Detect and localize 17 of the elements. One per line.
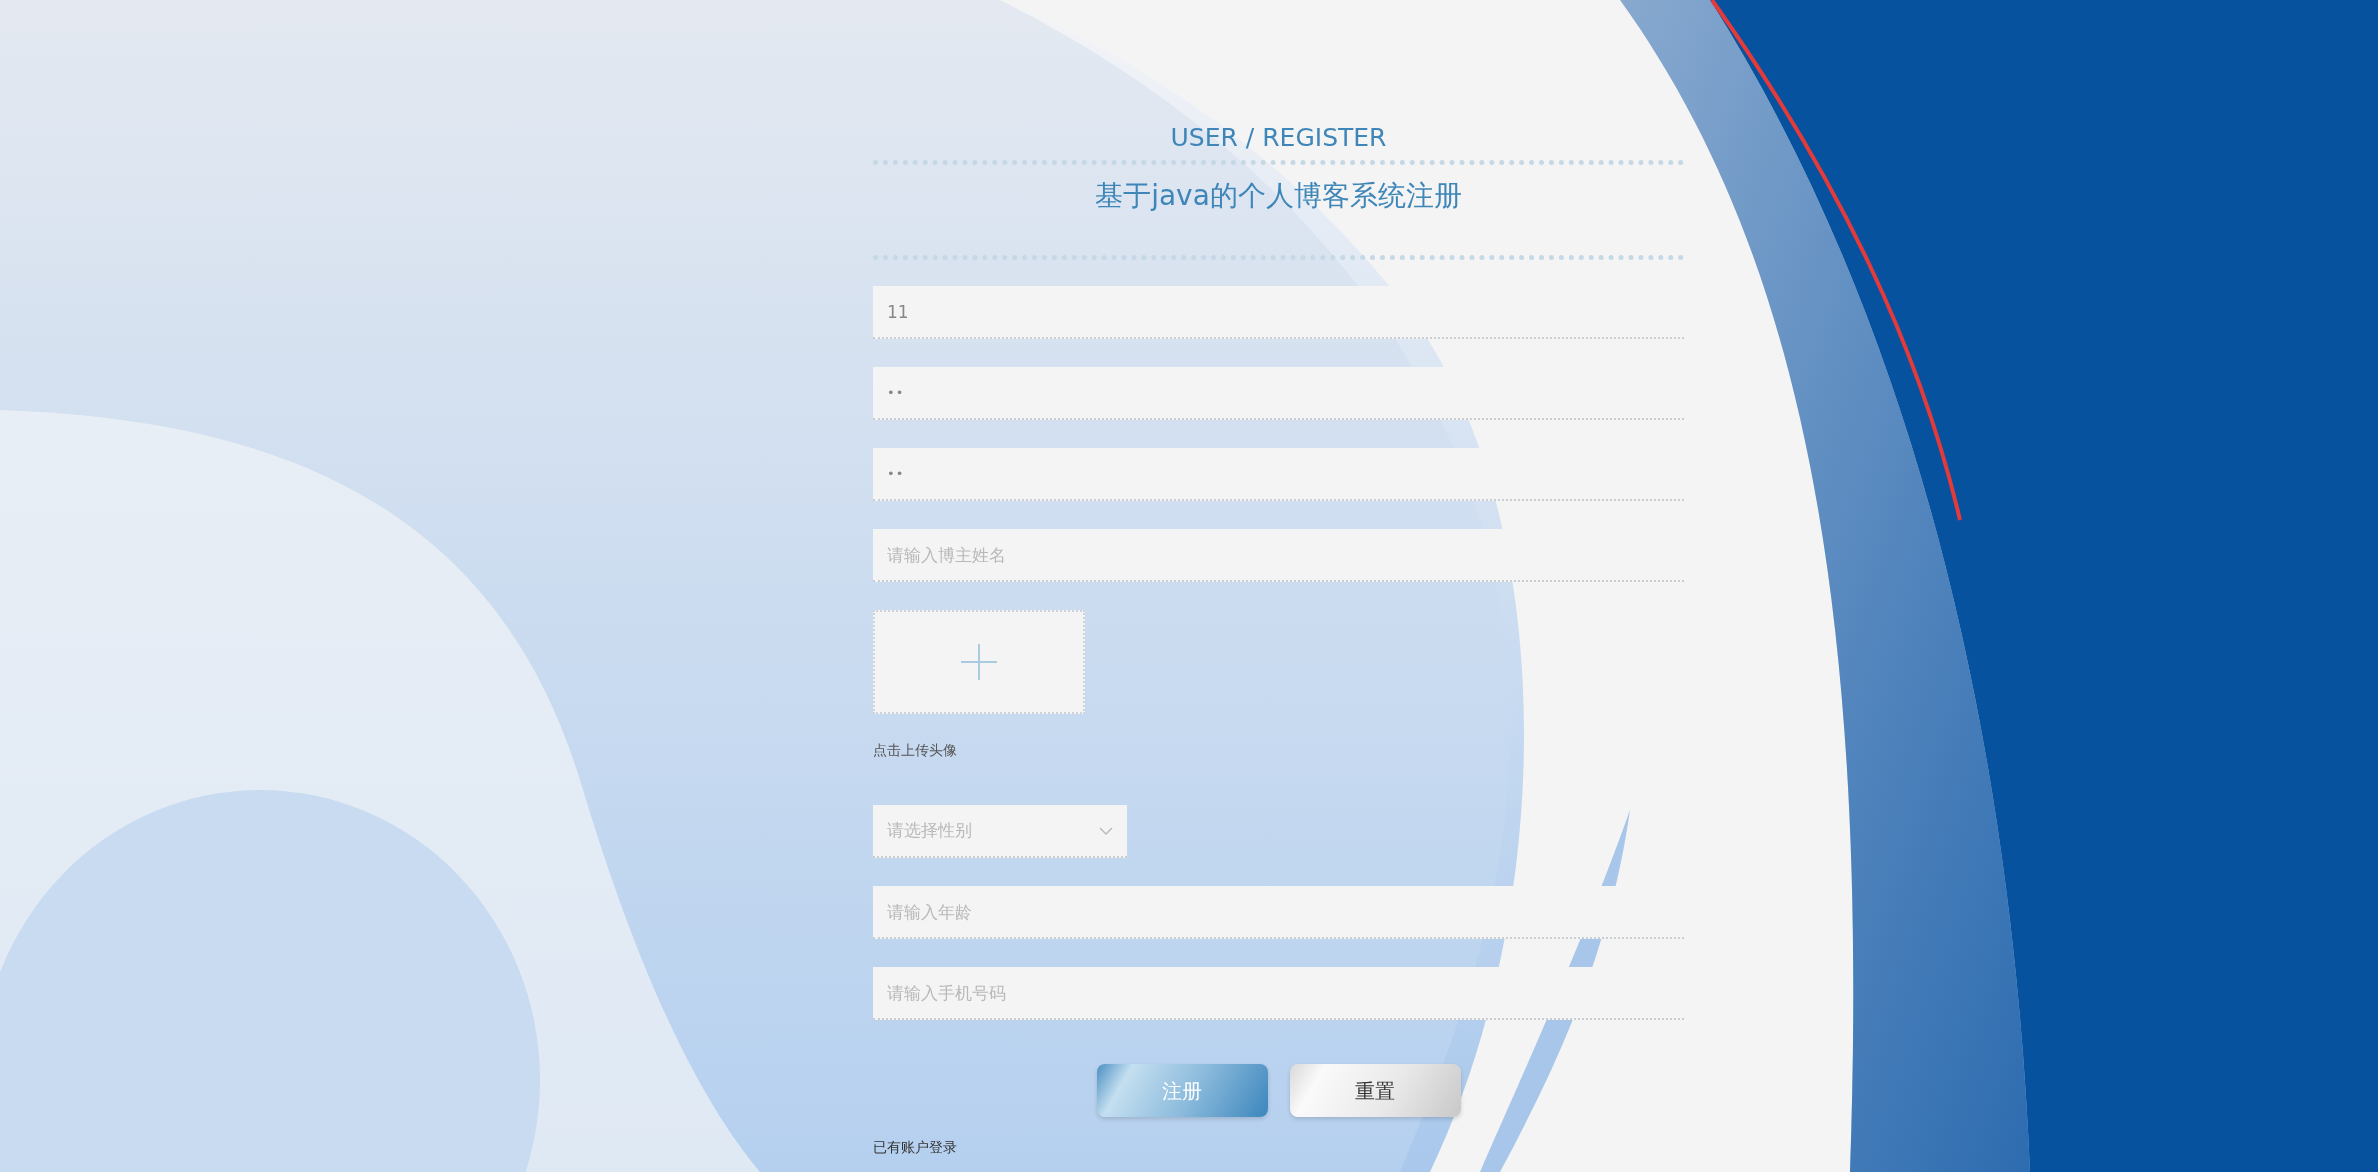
input-field[interactable]: 请输入年龄 (873, 886, 1684, 939)
password-field[interactable]: •• (873, 448, 1684, 501)
password-field[interactable]: •• (873, 367, 1684, 420)
form-title: 基于java的个人博客系统注册 (1095, 178, 1462, 214)
upload-label: 点击上传头像 (873, 741, 958, 760)
avatar-upload-box[interactable] (873, 610, 1085, 714)
reset-button[interactable]: 重置 (1289, 1064, 1461, 1117)
input-field[interactable]: 请输入手机号码 (873, 967, 1684, 1020)
gender-select[interactable]: 请选择性别 (873, 805, 1127, 858)
login-link[interactable]: 已有账户登录 (873, 1137, 1684, 1158)
select-placeholder: 请选择性别 (887, 818, 972, 842)
plus-icon (961, 644, 997, 680)
register-button[interactable]: 注册 (1096, 1064, 1268, 1117)
chevron-down-icon (1099, 826, 1113, 835)
form-subtitle: USER / REGISTER (1170, 122, 1387, 154)
input-field[interactable]: 请输入博主姓名 (873, 529, 1684, 582)
input-field[interactable]: 11 (873, 286, 1684, 339)
